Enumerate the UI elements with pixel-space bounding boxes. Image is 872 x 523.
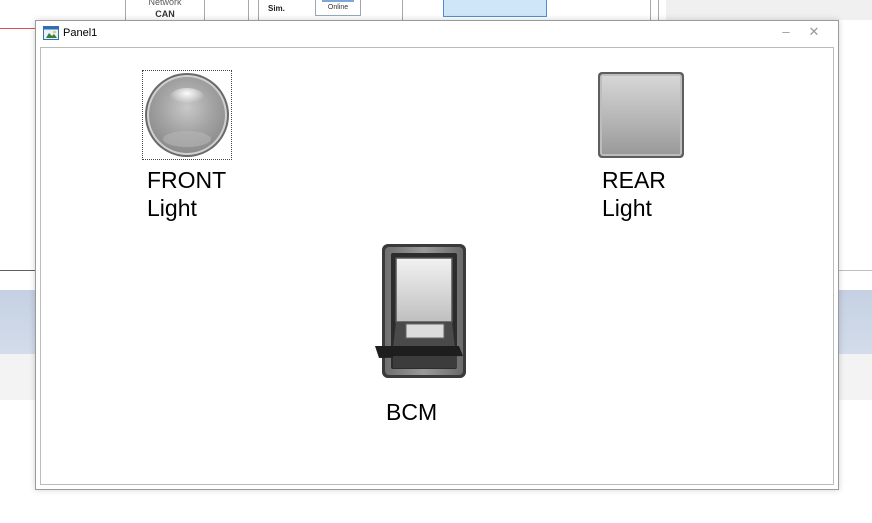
toolbar-divider (204, 0, 205, 20)
window-title: Panel1 (63, 27, 98, 39)
toolbar-divider (650, 0, 651, 20)
title-bar[interactable]: Panel1 – ✕ (36, 21, 838, 47)
bcm-switch[interactable] (369, 240, 473, 380)
toolbar-divider (258, 0, 259, 20)
selected-toolbar-button[interactable] (443, 0, 547, 17)
background-line (0, 270, 35, 271)
square-lamp-icon (598, 72, 684, 158)
front-light-lamp[interactable] (142, 70, 232, 160)
rear-light-label-line1: REAR (602, 167, 666, 193)
network-type-label[interactable]: CAN (126, 9, 204, 20)
panel-client-area: FRONT Light REAR Light BCM (40, 47, 834, 485)
sim-label: Sim. (268, 4, 285, 13)
close-button[interactable]: ✕ (806, 24, 822, 42)
toolbar-divider (658, 0, 659, 20)
bcm-label: BCM (386, 399, 438, 425)
rear-light-lamp[interactable] (597, 71, 685, 159)
rear-light-label-line2: Light (602, 195, 652, 221)
panel-app-icon (43, 26, 59, 40)
background-right-panel (666, 0, 872, 20)
panel-window[interactable]: Panel1 – ✕ FRONT Light REAR Light BCM (35, 20, 839, 490)
front-light-label-line1: FRONT (147, 167, 227, 193)
network-label: Network (148, 0, 182, 7)
online-button[interactable]: Online (315, 0, 361, 16)
round-lamp-icon (145, 73, 229, 157)
minimize-button[interactable]: – (778, 24, 794, 42)
background-line (0, 28, 35, 29)
rocker-switch-icon (375, 244, 466, 378)
front-light-label-line2: Light (147, 195, 197, 221)
background-line (838, 270, 872, 271)
toolbar-divider (402, 0, 403, 20)
toolbar-divider (248, 0, 249, 20)
